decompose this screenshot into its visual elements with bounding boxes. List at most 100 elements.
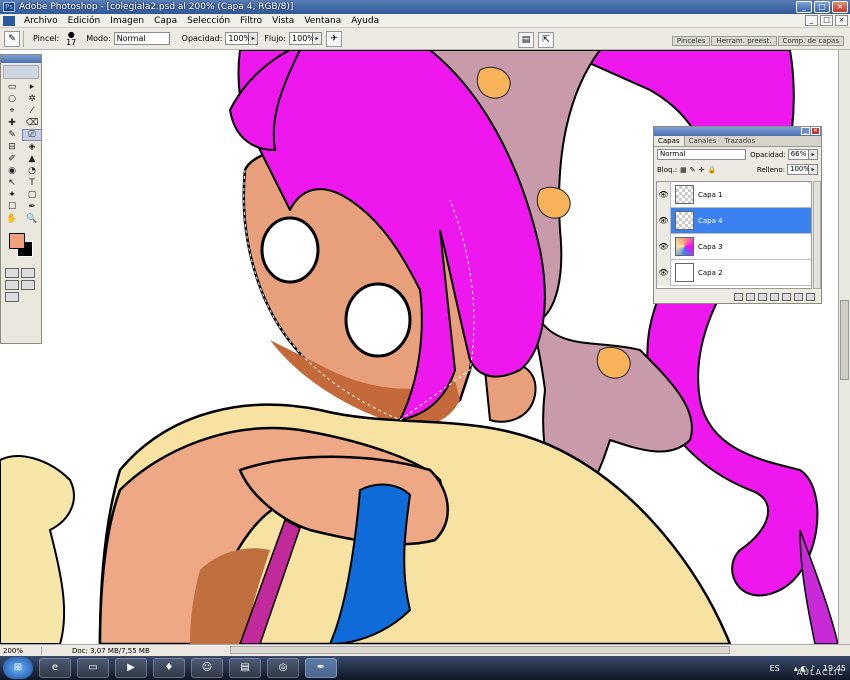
visibility-eye-icon[interactable]: 👁: [657, 207, 671, 234]
tool-button-24[interactable]: 🔍: [22, 213, 42, 225]
menu-archivo[interactable]: Archivo: [19, 16, 63, 26]
airbrush-icon[interactable]: ✈: [326, 30, 343, 47]
standard-mode-icon[interactable]: [5, 268, 19, 278]
game-icon[interactable]: ♦: [153, 658, 185, 678]
tool-button-3[interactable]: ○: [2, 93, 22, 105]
fill-arrow-icon[interactable]: ▸: [809, 164, 818, 175]
photoshop-taskbar-icon[interactable]: ✒: [305, 658, 337, 678]
horizontal-scrollbar[interactable]: [230, 646, 730, 654]
tool-button-8[interactable]: ⌫: [22, 117, 42, 129]
doc-close-button[interactable]: ×: [835, 15, 848, 26]
doc-maximize-button[interactable]: □: [820, 15, 833, 26]
menu-edicion[interactable]: Edición: [63, 16, 106, 26]
flow-input[interactable]: 100%: [289, 32, 315, 45]
start-button[interactable]: ⊞: [3, 657, 33, 679]
lock-transparency-icon[interactable]: ▦: [680, 166, 687, 174]
panel-close-button[interactable]: ×: [811, 127, 820, 135]
quick-mask-icon[interactable]: [21, 268, 35, 278]
lock-all-icon[interactable]: 🔒: [707, 166, 716, 174]
new-layer-icon[interactable]: [794, 293, 803, 301]
messenger-icon[interactable]: ☺: [191, 658, 223, 678]
media-player-icon[interactable]: ▶: [115, 658, 147, 678]
tab-comp-capas[interactable]: Comp. de capas: [777, 36, 844, 46]
tab-canales[interactable]: Canales: [685, 136, 721, 146]
screen-capture-icon[interactable]: ▤: [229, 658, 261, 678]
tool-button-16[interactable]: ◔: [22, 165, 42, 177]
tool-button-7[interactable]: ✚: [2, 117, 22, 129]
palette-well-icon[interactable]: ⇱: [538, 32, 554, 48]
menu-vista[interactable]: Vista: [267, 16, 299, 26]
language-indicator[interactable]: ES: [770, 664, 780, 673]
maximize-button[interactable]: □: [814, 1, 830, 13]
link-layers-icon[interactable]: [734, 293, 743, 301]
layer-style-icon[interactable]: [746, 293, 755, 301]
tool-button-15[interactable]: ◉: [2, 165, 22, 177]
adobe-online-icon[interactable]: [3, 65, 39, 79]
tool-button-14[interactable]: ▲: [22, 153, 42, 165]
layer-opacity-arrow-icon[interactable]: ▸: [809, 149, 818, 160]
tool-button-11[interactable]: ⊟: [2, 141, 22, 153]
tool-button-6[interactable]: ⁄: [22, 105, 42, 117]
visibility-eye-icon[interactable]: 👁: [657, 233, 671, 260]
tool-button-18[interactable]: T: [22, 177, 42, 189]
layer-row-capa-3[interactable]: 👁 Capa 3: [657, 233, 811, 260]
tab-capas[interactable]: Capas: [654, 136, 685, 146]
fill-input[interactable]: 100%: [787, 164, 810, 175]
opacity-slider-arrow-icon[interactable]: ▸: [249, 32, 259, 45]
layer-list-scrollbar[interactable]: [813, 181, 821, 289]
visibility-eye-icon[interactable]: 👁: [657, 259, 671, 286]
tool-button-12[interactable]: ◈: [22, 141, 42, 153]
file-browser-icon[interactable]: ▤: [518, 32, 534, 48]
layers-panel-titlebar[interactable]: _ ×: [654, 127, 821, 136]
brush-picker[interactable]: ● 17: [62, 30, 80, 47]
tool-button-1[interactable]: ▭: [2, 81, 22, 93]
jump-to-imageready-icon[interactable]: [5, 292, 19, 302]
opacity-input[interactable]: 100%: [225, 32, 251, 45]
zoom-level[interactable]: 200%: [0, 646, 42, 655]
full-screen-menu-icon[interactable]: [21, 280, 35, 290]
tool-button-13[interactable]: ✐: [2, 153, 22, 165]
toolbox-titlebar[interactable]: [1, 55, 41, 63]
tool-button-19[interactable]: ✦: [2, 189, 22, 201]
menu-imagen[interactable]: Imagen: [105, 16, 149, 26]
tool-button-2[interactable]: ▸: [22, 81, 42, 93]
tab-pinceles[interactable]: Pinceles: [671, 36, 711, 46]
layer-row-capa-4[interactable]: 👁 Capa 4: [657, 207, 811, 234]
menu-ayuda[interactable]: Ayuda: [346, 16, 384, 26]
document-size[interactable]: Doc: 3,07 MB/7,55 MB: [42, 647, 150, 655]
menu-filtro[interactable]: Filtro: [235, 16, 267, 26]
doc-minimize-button[interactable]: _: [805, 15, 818, 26]
vertical-scroll-thumb[interactable]: [840, 300, 849, 380]
tool-button-17[interactable]: ↖: [2, 177, 22, 189]
vertical-scrollbar[interactable]: [838, 50, 850, 644]
internet-explorer-icon[interactable]: e: [39, 658, 71, 678]
menu-capa[interactable]: Capa: [149, 16, 182, 26]
blend-mode-select[interactable]: Normal: [657, 149, 747, 160]
foreground-color-swatch[interactable]: [9, 233, 25, 249]
layer-row-capa-1[interactable]: 👁 Capa 1: [657, 181, 811, 208]
layer-mask-icon[interactable]: [758, 293, 767, 301]
tool-button-22[interactable]: ✒: [22, 201, 42, 213]
tool-button-23[interactable]: ✋: [2, 213, 22, 225]
tab-herram-preest[interactable]: Herram. preest.: [711, 36, 777, 46]
panel-minimize-button[interactable]: _: [801, 127, 810, 135]
adjustment-layer-icon[interactable]: [770, 293, 779, 301]
menu-ventana[interactable]: Ventana: [299, 16, 346, 26]
tool-button-20[interactable]: ▢: [22, 189, 42, 201]
tool-button-10[interactable]: ⎚: [22, 129, 42, 141]
brush-tool-preset-icon[interactable]: ✎: [4, 30, 20, 47]
mode-select[interactable]: Normal: [113, 32, 170, 45]
visibility-eye-icon[interactable]: 👁: [657, 181, 671, 208]
layer-opacity-input[interactable]: 66%: [787, 149, 810, 160]
delete-layer-icon[interactable]: [806, 293, 815, 301]
file-explorer-icon[interactable]: ▭: [77, 658, 109, 678]
layer-row-capa-2[interactable]: 👁 Capa 2: [657, 259, 811, 286]
tab-trazados[interactable]: Trazados: [720, 136, 759, 146]
lock-position-icon[interactable]: ✛: [699, 166, 705, 174]
tool-button-9[interactable]: ✎: [2, 129, 22, 141]
standard-screen-icon[interactable]: [5, 280, 19, 290]
tool-button-4[interactable]: ✲: [22, 93, 42, 105]
new-group-icon[interactable]: [782, 293, 791, 301]
menu-seleccion[interactable]: Selección: [182, 16, 235, 26]
minimize-button[interactable]: _: [796, 1, 812, 13]
